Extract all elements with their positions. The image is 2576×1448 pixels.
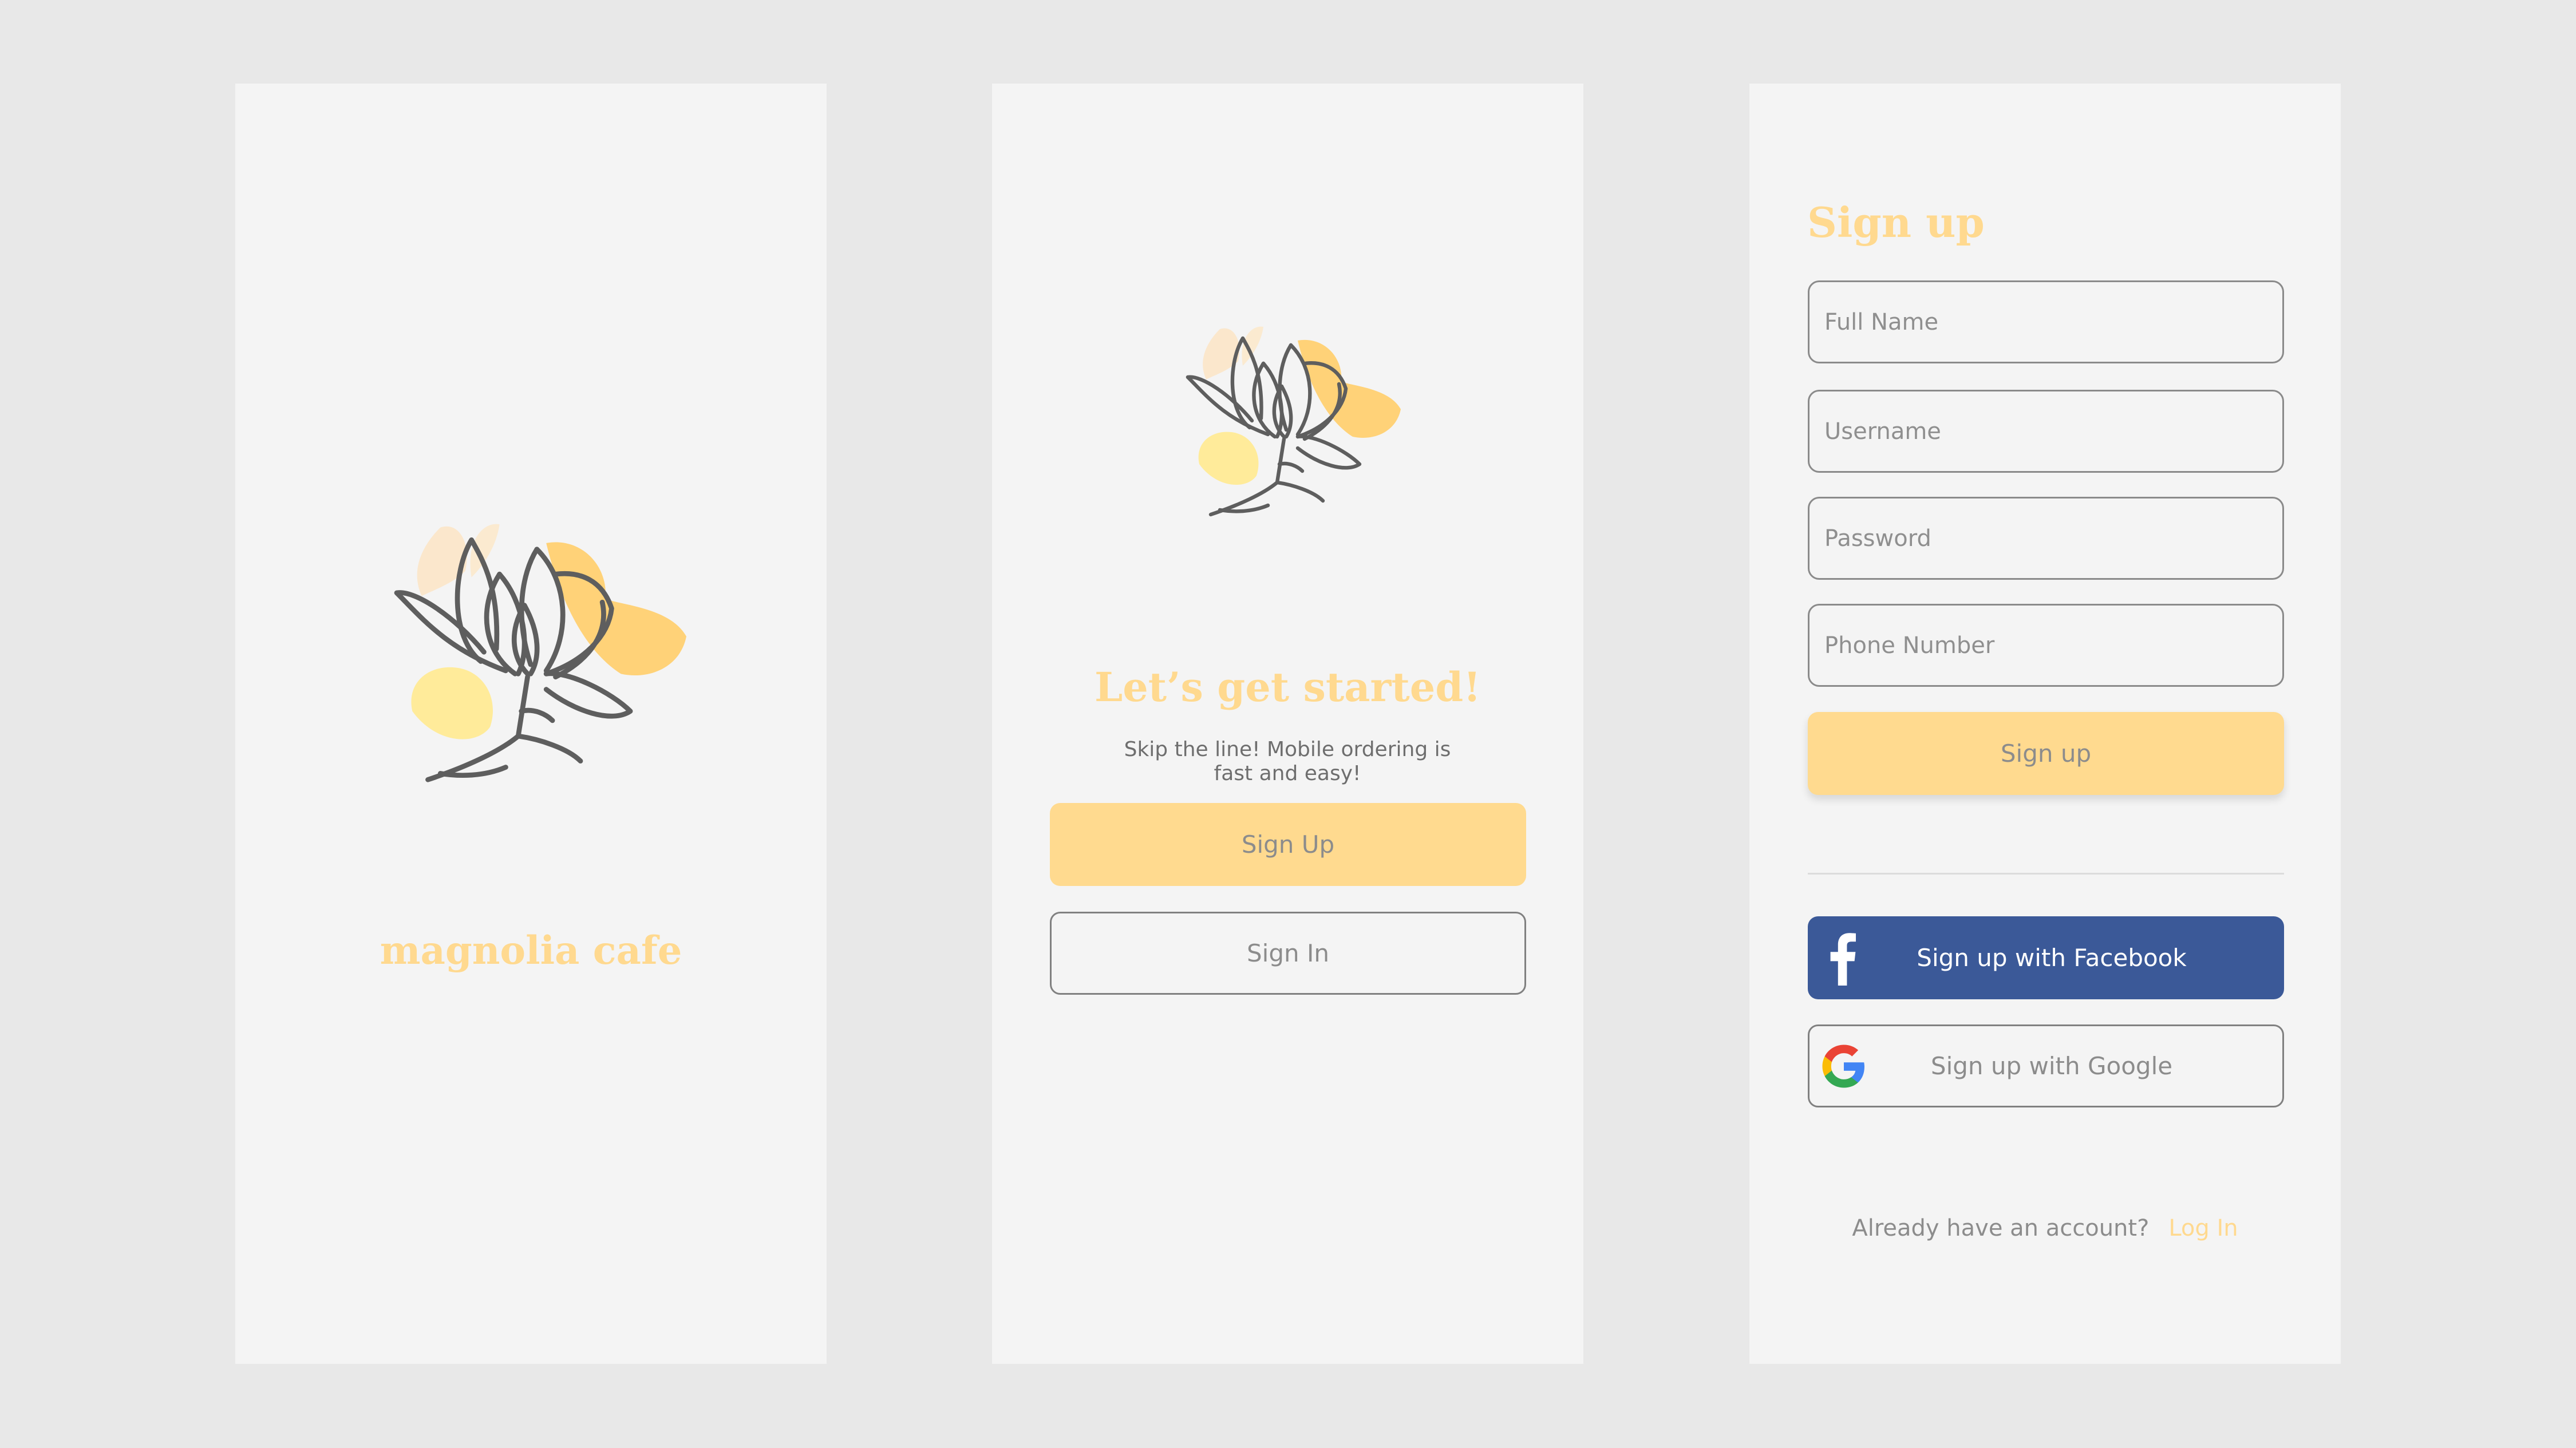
full-name-field[interactable] xyxy=(1808,280,2284,363)
brand-name: magnolia cafe xyxy=(380,928,682,973)
sign-in-button[interactable]: Sign In xyxy=(1050,912,1526,995)
magnolia-flower-icon xyxy=(375,467,686,862)
signup-submit-button[interactable]: Sign up xyxy=(1808,712,2284,795)
password-field[interactable] xyxy=(1808,497,2284,580)
sign-up-button[interactable]: Sign Up xyxy=(1050,803,1526,886)
login-prompt: Already have an account? Log In xyxy=(1749,1211,2341,1245)
facebook-signup-label: Sign up with Facebook xyxy=(1917,944,2187,972)
signup-title: Sign up xyxy=(1807,198,1985,247)
phone-number-field[interactable] xyxy=(1808,604,2284,687)
magnolia-flower-icon xyxy=(1172,284,1401,576)
log-in-link[interactable]: Log In xyxy=(2168,1215,2238,1241)
welcome-tagline: Skip the line! Mobile ordering is fast a… xyxy=(1124,738,1451,785)
username-field[interactable] xyxy=(1808,390,2284,473)
welcome-title: Let’s get started! xyxy=(1095,663,1481,711)
divider xyxy=(1808,873,2284,875)
google-icon xyxy=(1809,1024,1878,1107)
signup-screen: Sign up Sign up Sign up with Facebook Si… xyxy=(1749,84,2341,1364)
google-signup-label: Sign up with Google xyxy=(1930,1052,2173,1080)
google-signup-button[interactable]: Sign up with Google xyxy=(1808,1024,2284,1107)
facebook-signup-button[interactable]: Sign up with Facebook xyxy=(1808,916,2284,999)
welcome-screen: Let’s get started! Skip the line! Mobile… xyxy=(992,84,1583,1364)
facebook-icon xyxy=(1808,916,1876,999)
splash-screen: magnolia cafe xyxy=(235,84,827,1364)
account-prompt-text: Already have an account? xyxy=(1852,1215,2150,1241)
